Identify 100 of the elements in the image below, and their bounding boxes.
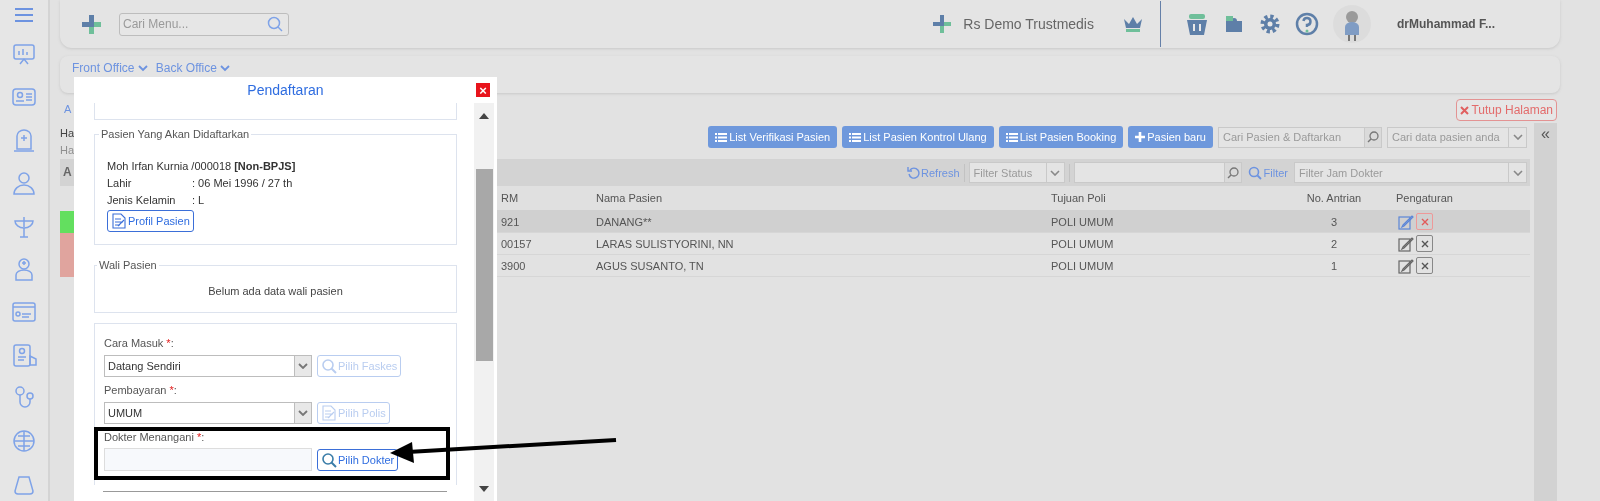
filter-search-field[interactable] [1073, 162, 1224, 183]
user-name[interactable]: drMuhammad F... [1397, 17, 1495, 31]
table-cell-text: POLI UMUM [1050, 259, 1115, 272]
section-legend: Pasien Yang Akan Didaftarkan [99, 128, 252, 140]
empty-message: Belum ada data wali pasien [208, 284, 343, 297]
table-cell-text: 3900 [500, 259, 527, 272]
breadcrumb-menu[interactable]: Back Office [155, 61, 231, 75]
table-cell-text: 00157 [500, 237, 533, 250]
pick-button[interactable]: Pilih Dokter [317, 449, 399, 471]
table-row[interactable]: 921 DANANG** POLI UMUM 3 [497, 211, 1530, 233]
touch-form-icon[interactable] [11, 342, 37, 368]
search-icon [321, 358, 337, 374]
table-cell-text: POLI UMUM [1050, 237, 1115, 250]
search-icon [1367, 131, 1379, 143]
status-filter-select[interactable]: Filter Status [968, 162, 1065, 183]
caret-icon [1512, 169, 1523, 176]
field-label: Lahir [107, 176, 133, 191]
link-text[interactable]: A [60, 103, 72, 115]
close-button[interactable]: × [476, 83, 490, 97]
menu-icon[interactable] [13, 6, 35, 24]
edit-icon[interactable] [1398, 257, 1414, 274]
input-field[interactable] [104, 448, 312, 471]
settings-icon[interactable] [1259, 13, 1281, 35]
caret-icon [1512, 134, 1523, 140]
close-icon [1460, 105, 1470, 115]
edit-icon[interactable] [1398, 213, 1414, 230]
profile-window-icon[interactable] [11, 299, 37, 325]
delete-button[interactable] [1416, 257, 1433, 274]
presentation-board-icon[interactable] [11, 41, 37, 67]
column-header: Tujuan Poli [1050, 192, 1107, 204]
dropdown[interactable]: UMUM [104, 401, 312, 424]
field-value: : 06 Mei 1996 / 27 th [192, 176, 293, 191]
section-legend: Wali Pasien [97, 259, 159, 271]
refresh-icon [907, 166, 920, 179]
list-button[interactable]: List Pasien Booking [998, 126, 1124, 148]
person-icon[interactable] [11, 170, 37, 196]
table-cell-text: 3 [1329, 215, 1339, 228]
edit-icon[interactable] [1398, 235, 1414, 252]
document-icon [111, 213, 127, 229]
caret-icon [1050, 169, 1061, 176]
list-icon [849, 131, 862, 143]
hospital-logo-icon [932, 14, 953, 34]
table-cell-text: AGUS SUSANTO, TN [595, 259, 705, 272]
table-row[interactable]: 3900 AGUS SUSANTO, TN POLI UMUM 1 [497, 255, 1530, 277]
subheading-text: Ha [60, 143, 74, 158]
caret-icon [298, 409, 308, 416]
help-icon[interactable] [1295, 12, 1319, 36]
table-row[interactable]: 00157 LARAS SULISTYORINI, NN POLI UMUM 2 [497, 233, 1530, 255]
document-icon [321, 405, 337, 421]
close-icon [1420, 217, 1429, 226]
avatar-icon[interactable] [1333, 5, 1371, 43]
scroll-up-icon [479, 113, 489, 119]
chevron-down-icon [137, 65, 148, 72]
plus-icon [1135, 132, 1146, 142]
search-icon [321, 452, 337, 468]
globe-icon[interactable] [11, 428, 37, 454]
new-patient-button[interactable]: Pasien baru [1128, 126, 1213, 148]
search-icon [267, 15, 283, 32]
app-logo-icon [80, 12, 103, 36]
search-field[interactable]: Cari Menu... [119, 12, 289, 36]
field-value: : L [192, 193, 205, 208]
breadcrumb-menu[interactable]: Front Office [72, 61, 148, 75]
list-icon [715, 131, 728, 143]
refresh-button[interactable]: Refresh [907, 166, 960, 179]
basket-icon[interactable] [1185, 12, 1209, 36]
table-cell-text: 921 [500, 215, 521, 228]
field-label: Jenis Kelamin [107, 193, 177, 208]
filter-button[interactable]: Filter [1247, 165, 1288, 180]
tombstone-icon[interactable] [11, 127, 37, 153]
patient-search-field[interactable]: Cari Pasien & Daftarkan [1218, 126, 1364, 148]
field-label: Cara Masuk *: [104, 336, 175, 351]
scroll-down-icon [479, 486, 489, 492]
close-icon [1420, 261, 1429, 270]
doctor-time-select[interactable]: Filter Jam Dokter [1294, 162, 1527, 183]
search-icon [1226, 166, 1239, 179]
search-icon [1247, 165, 1262, 180]
column-header: Pengaturan [1395, 192, 1454, 204]
caret-icon [298, 362, 308, 369]
patient-data-select[interactable]: Cari data pasien anda [1387, 126, 1527, 148]
list-button[interactable]: List Pasien Kontrol Ulang [842, 126, 994, 148]
field-label: Dokter Menangani *: [104, 430, 206, 445]
delete-button[interactable] [1416, 235, 1433, 252]
dropdown[interactable]: Datang Sendiri [104, 354, 312, 377]
panel-title: A [62, 165, 72, 179]
search-button[interactable] [1364, 126, 1382, 148]
table-cell-text: POLI UMUM [1050, 215, 1115, 228]
column-header: Nama Pasien [595, 192, 664, 204]
close-page-button[interactable]: Tutup Halaman [1456, 99, 1557, 121]
scrollbar[interactable] [474, 103, 494, 501]
scrollbar-thumb[interactable] [475, 169, 493, 361]
table-cell-text: 2 [1329, 237, 1339, 250]
delete-button[interactable] [1416, 213, 1433, 230]
chevron-down-icon [220, 65, 231, 72]
table-cell-text: DANANG** [595, 215, 653, 228]
profile-button[interactable]: Profil Pasien [107, 210, 194, 232]
list-button[interactable]: List Verifikasi Pasien [708, 126, 838, 148]
field-label: Pembayaran *: [104, 383, 178, 398]
column-header: No. Antrian [1305, 192, 1363, 204]
collapse-button[interactable]: « [1541, 123, 1550, 501]
table-cell-text: 1 [1329, 259, 1339, 272]
